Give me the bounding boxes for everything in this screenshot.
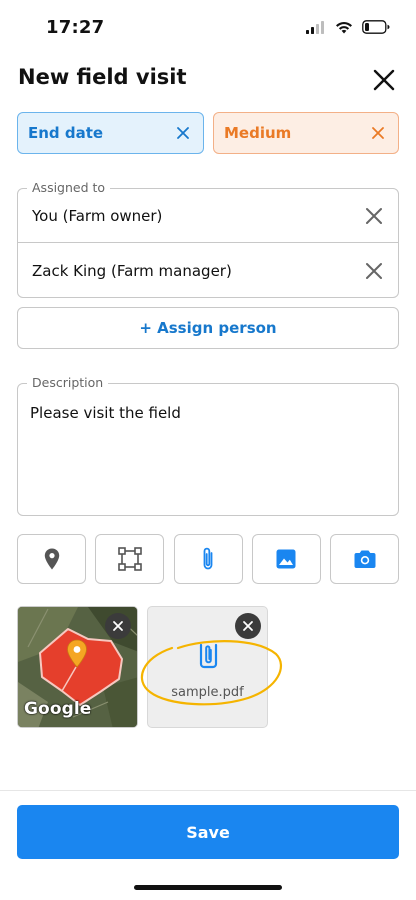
- map-attachment[interactable]: Google: [17, 606, 138, 728]
- priority-chip-label: Medium: [224, 124, 292, 142]
- clear-priority-icon[interactable]: [370, 125, 386, 141]
- header: New field visit: [18, 62, 398, 100]
- save-button[interactable]: Save: [17, 805, 399, 859]
- attachment-icon: [199, 643, 218, 669]
- close-button[interactable]: [370, 66, 398, 94]
- draw-area-button[interactable]: [95, 534, 165, 584]
- file-name: sample.pdf: [171, 685, 244, 700]
- camera-icon: [354, 550, 375, 568]
- status-time: 17:27: [46, 17, 105, 38]
- add-location-button[interactable]: [17, 534, 86, 584]
- area-select-icon: [117, 547, 142, 571]
- assignee-name: Zack King (Farm manager): [32, 262, 232, 280]
- assignee-row: Zack King (Farm manager): [18, 244, 398, 298]
- assigned-to-group: Assigned to You (Farm owner) Zack King (…: [17, 180, 399, 298]
- battery-icon: [362, 20, 390, 34]
- location-pin-icon: [44, 548, 59, 570]
- description-value[interactable]: Please visit the field: [30, 404, 181, 422]
- remove-file-attachment-button[interactable]: [235, 613, 261, 639]
- end-date-chip[interactable]: End date: [17, 112, 204, 154]
- close-icon: [113, 621, 123, 631]
- attachment-toolbar: [17, 534, 399, 584]
- google-map-label: Google: [24, 699, 92, 719]
- remove-assignee-icon[interactable]: [364, 261, 384, 281]
- take-photo-button[interactable]: [330, 534, 399, 584]
- status-icons: [306, 20, 390, 34]
- wifi-icon: [336, 21, 352, 33]
- clear-end-date-icon[interactable]: [175, 125, 191, 141]
- remove-map-attachment-button[interactable]: [105, 613, 131, 639]
- description-legend: Description: [27, 375, 109, 390]
- attachment-icon: [203, 547, 213, 570]
- close-icon: [243, 621, 253, 631]
- file-attachment[interactable]: sample.pdf: [147, 606, 268, 728]
- assign-person-button[interactable]: + Assign person: [17, 307, 399, 349]
- page-title: New field visit: [18, 65, 187, 89]
- add-image-button[interactable]: [251, 534, 321, 584]
- end-date-chip-label: End date: [28, 124, 104, 142]
- priority-chip[interactable]: Medium: [213, 112, 399, 154]
- attach-file-button[interactable]: [173, 534, 243, 584]
- image-icon: [276, 549, 296, 569]
- bottom-divider: [0, 790, 416, 791]
- remove-assignee-icon[interactable]: [364, 206, 384, 226]
- assignee-name: You (Farm owner): [32, 206, 163, 225]
- assignee-row: You (Farm owner): [18, 189, 398, 243]
- close-icon: [373, 69, 395, 91]
- status-bar: 17:27: [0, 0, 416, 56]
- description-field[interactable]: Description Please visit the field: [17, 375, 399, 516]
- cellular-signal-icon: [306, 20, 324, 34]
- home-indicator: [134, 885, 282, 890]
